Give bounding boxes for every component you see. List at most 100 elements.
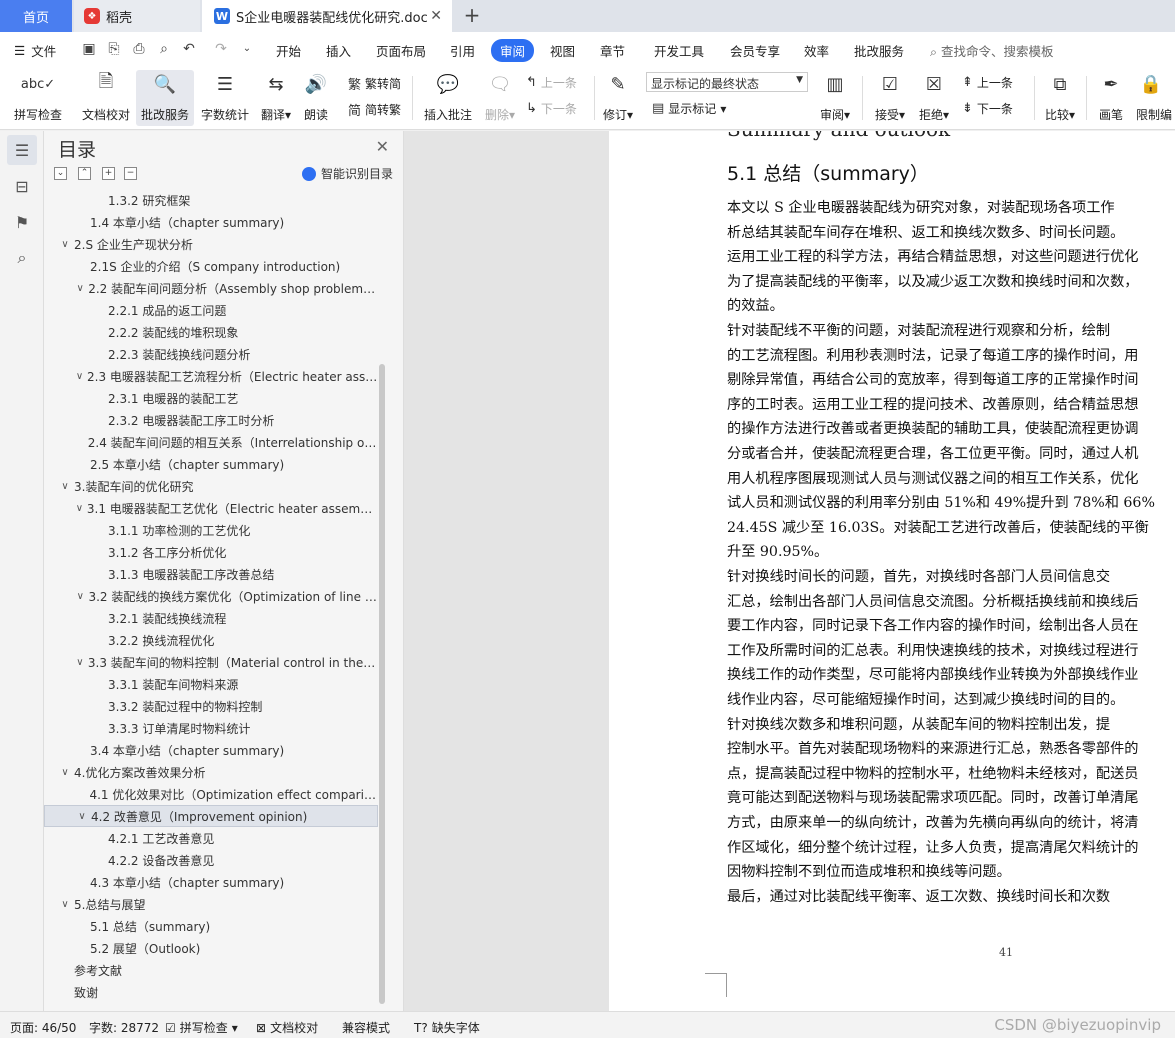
toc-item[interactable]: 2.5 本章小结（chapter summary) (44, 453, 378, 475)
toc-item[interactable]: 2.2.1 成品的返工问题 (44, 299, 378, 321)
save-icon[interactable]: ▣ (80, 40, 98, 58)
chevron-down-icon[interactable]: ∨ (74, 591, 86, 602)
toc-item[interactable]: 4.3 本章小结（chapter summary) (44, 871, 378, 893)
toc-item[interactable]: 2.3.1 电暖器的装配工艺 (44, 387, 378, 409)
show-markup-button[interactable]: ▤ 显示标记 ▾ (652, 100, 726, 117)
toc-item[interactable]: 3.4 本章小结（chapter summary) (44, 739, 378, 761)
tab-home[interactable]: 首页 (0, 0, 72, 32)
toc-item[interactable]: ∨ 2.S 企业生产现状分析 (44, 233, 378, 255)
missing-font-status[interactable]: T? 缺失字体 (414, 1019, 480, 1036)
chevron-down-icon[interactable]: ∨ (74, 657, 86, 668)
chapter-nav-icon[interactable]: ⊟ (7, 171, 37, 201)
quick-access-more-icon[interactable]: ⌄ (238, 40, 256, 58)
collapse-all-icon[interactable]: ⌄ (54, 167, 67, 180)
chevron-down-icon[interactable]: ∨ (75, 811, 89, 822)
redo-icon[interactable]: ↷ (212, 40, 230, 58)
toc-item[interactable]: 致谢 (44, 981, 378, 1003)
menu-efficiency[interactable]: 效率 (804, 41, 829, 60)
word-count-indicator[interactable]: 字数: 28772 (89, 1019, 159, 1036)
toc-item[interactable]: 3.3.2 装配过程中的物料控制 (44, 695, 378, 717)
menu-developer[interactable]: 开发工具 (654, 41, 704, 60)
toc-item[interactable]: 2.1S 企业的介绍（S company introduction) (44, 255, 378, 277)
menu-file[interactable]: ☰ 文件 (14, 41, 56, 60)
doc-proof-status[interactable]: ⊠ 文档校对 (256, 1019, 318, 1036)
toc-item[interactable]: 1.3.2 研究框架 (44, 189, 378, 211)
toc-item[interactable]: 3.2.1 装配线换线流程 (44, 607, 378, 629)
review-service-button[interactable]: 🔍 批改服务 (136, 70, 194, 126)
translate-button[interactable]: ⇆ 翻译▾ (256, 70, 296, 126)
toc-item[interactable]: 4.1 优化效果对比（Optimization effect compariso… (44, 783, 378, 805)
toc-item[interactable]: 3.3.3 订单清尾时物料统计 (44, 717, 378, 739)
toc-item[interactable]: 3.2.2 换线流程优化 (44, 629, 378, 651)
word-count-button[interactable]: ☰ 字数统计 (198, 70, 252, 126)
toc-item[interactable]: 1.4 本章小结（chapter summary) (44, 211, 378, 233)
simp-to-trad-button[interactable]: 简简转繁 (348, 100, 401, 119)
toc-item[interactable]: ∨ 4.优化方案改善效果分析 (44, 761, 378, 783)
undo-icon[interactable]: ↶ (180, 40, 198, 58)
search-icon[interactable]: ⌕ (7, 243, 37, 273)
tab-daoke[interactable]: ❖ 稻壳 (74, 0, 200, 32)
print-icon[interactable]: ⎙ (130, 40, 148, 58)
toc-item[interactable]: ∨2.2 装配车间问题分析（Assembly shop problem anal… (44, 277, 378, 299)
toc-item[interactable]: 5.1 总结（summary) (44, 915, 378, 937)
menu-review[interactable]: 审阅 (491, 39, 535, 62)
add-heading-icon[interactable]: + (102, 167, 115, 180)
menu-view[interactable]: 视图 (550, 41, 575, 60)
accept-button[interactable]: ☑ 接受▾ (870, 70, 910, 126)
close-tab-icon[interactable]: ✕ (430, 8, 442, 24)
read-aloud-button[interactable]: 🔊 朗读 (298, 70, 334, 126)
delete-comment-button[interactable]: 🗨 删除▾ (480, 70, 520, 126)
menu-section[interactable]: 章节 (600, 41, 625, 60)
export-pdf-icon[interactable]: ⎘ (105, 40, 123, 58)
document-page[interactable]: Summary and outlook 5.1 总结（summary） 本文以 … (609, 131, 1175, 1011)
toc-item[interactable]: ∨ 5.总结与展望 (44, 893, 378, 915)
toc-item[interactable]: 3.1.1 功率检测的工艺优化 (44, 519, 378, 541)
toc-item[interactable]: 参考文献 (44, 959, 378, 981)
next-comment-button[interactable]: ↳ 下一条 (526, 100, 577, 117)
trad-to-simp-button[interactable]: 繁繁转简 (348, 74, 401, 93)
chevron-down-icon[interactable]: ∨ (58, 767, 72, 778)
close-icon[interactable]: ✕ (376, 137, 389, 156)
menu-page-layout[interactable]: 页面布局 (376, 41, 426, 60)
restrict-edit-button[interactable]: 🔒 限制编 (1136, 70, 1175, 126)
toc-item[interactable]: ∨ 4.2 改善意见（Improvement opinion) (44, 805, 378, 827)
toc-item[interactable]: ∨ 3.1 电暖器装配工艺优化（Electric heater assembly … (44, 497, 378, 519)
ink-pen-button[interactable]: ✒ 画笔 (1094, 70, 1128, 126)
prev-change-button[interactable]: ⇞ 上一条 (962, 74, 1013, 91)
toc-item[interactable]: ∨2.3 电暖器装配工艺流程分析（Electric heater assembl… (44, 365, 378, 387)
toc-item[interactable]: ∨ 3.装配车间的优化研究 (44, 475, 378, 497)
expand-icon[interactable]: ⌃ (78, 167, 91, 180)
menu-references[interactable]: 引用 (450, 41, 475, 60)
chevron-down-icon[interactable]: ∨ (74, 283, 86, 294)
spell-check-button[interactable]: abc✓ 拼写检查 (8, 70, 68, 126)
compare-button[interactable]: ⧉ 比较▾ (1040, 70, 1080, 126)
toc-item[interactable]: ∨3.2 装配线的换线方案优化（Optimization of line cha… (44, 585, 378, 607)
tab-document[interactable]: W S企业电暖器装配线优化研究.doc ✕ (202, 0, 452, 32)
toc-scrollbar[interactable] (379, 364, 385, 1004)
toc-item[interactable]: 3.1.3 电暖器装配工序改善总结 (44, 563, 378, 585)
page-indicator[interactable]: 页面: 46/50 (10, 1019, 76, 1036)
track-changes-button[interactable]: ✎ 修订▾ (600, 70, 636, 126)
print-preview-icon[interactable]: ⌕ (155, 40, 173, 58)
chevron-down-icon[interactable]: ∨ (58, 899, 72, 910)
command-search[interactable]: ⌕ 查找命令、搜索模板 (930, 41, 1054, 60)
remove-heading-icon[interactable]: − (124, 167, 137, 180)
toc-item[interactable]: 5.2 展望（Outlook) (44, 937, 378, 959)
chevron-down-icon[interactable]: ∨ (74, 371, 85, 382)
smart-toc-button[interactable]: 智能识别目录 (301, 165, 393, 182)
toc-item[interactable]: ∨ 3.3 装配车间的物料控制（Material control in the w… (44, 651, 378, 673)
review-pane-button[interactable]: ▥ 审阅▾ (816, 70, 854, 126)
insert-comment-button[interactable]: 💬 插入批注 (420, 70, 476, 126)
toc-item[interactable]: 4.2.2 设备改善意见 (44, 849, 378, 871)
new-tab-button[interactable]: + (460, 4, 484, 28)
prev-comment-button[interactable]: ↰ 上一条 (526, 74, 577, 91)
toc-item[interactable]: 2.4 装配车间问题的相互关系（Interrelationship of pro… (44, 431, 378, 453)
menu-review-service[interactable]: 批改服务 (854, 41, 904, 60)
toc-item[interactable]: 2.2.2 装配线的堆积现象 (44, 321, 378, 343)
reject-button[interactable]: ☒ 拒绝▾ (914, 70, 954, 126)
menu-member[interactable]: 会员专享 (730, 41, 780, 60)
bookmark-icon[interactable]: ⚑ (7, 207, 37, 237)
chevron-down-icon[interactable]: ∨ (74, 503, 85, 514)
toc-item[interactable]: 2.2.3 装配线换线问题分析 (44, 343, 378, 365)
next-change-button[interactable]: ⇟ 下一条 (962, 100, 1013, 117)
